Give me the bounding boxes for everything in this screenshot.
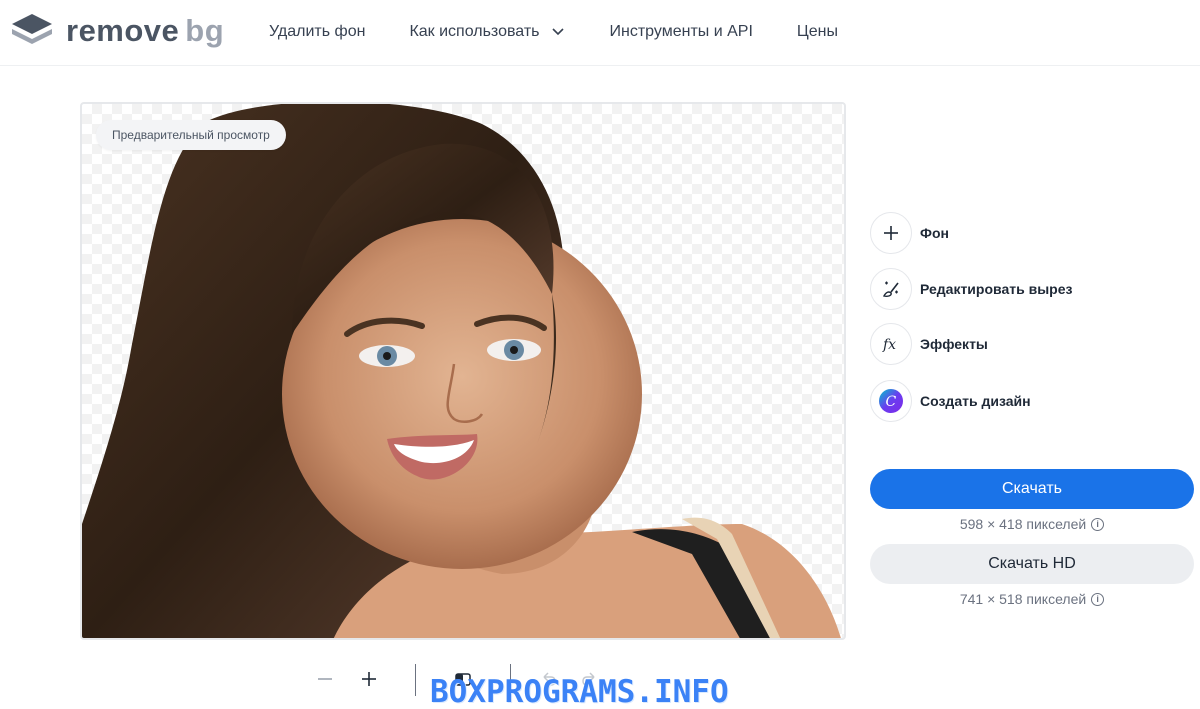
nav-label: Удалить фон (269, 23, 366, 40)
nav-label: Цены (796, 23, 838, 40)
download-button[interactable]: Скачать (870, 469, 1194, 509)
svg-text:fx: fx (882, 337, 896, 353)
nav-remove-background[interactable]: Удалить фон (269, 22, 365, 42)
subject-image (82, 104, 841, 638)
download-hd-resolution: 741 × 518 пикселей i (870, 591, 1194, 607)
tool-label: Фон (920, 225, 949, 241)
logo-text: remove bg (66, 13, 225, 48)
fx-icon: fx (870, 323, 912, 365)
toolbar-divider (415, 664, 416, 696)
info-icon[interactable]: i (1091, 517, 1105, 531)
tool-label: Эффекты (920, 336, 988, 352)
download-hd-button[interactable]: Скачать HD (870, 544, 1194, 584)
tool-edit-cutout[interactable]: Редактировать вырез (870, 268, 1072, 310)
chevron-down-icon (551, 28, 564, 36)
zoom-in-icon[interactable] (354, 664, 384, 694)
info-icon[interactable]: i (1091, 592, 1105, 606)
image-preview[interactable]: Предварительный просмотр (80, 102, 846, 640)
plus-icon (870, 212, 912, 254)
tool-create-design[interactable]: C Создать дизайн (870, 380, 1031, 422)
tool-label: Редактировать вырез (920, 281, 1073, 297)
top-header: remove bg Удалить фон Как использовать Ин… (0, 0, 1200, 66)
nav-how-to-use[interactable]: Как использовать (409, 22, 565, 42)
magic-brush-icon (870, 268, 912, 310)
preview-badge: Предварительный просмотр (96, 120, 286, 150)
tool-label: Создать дизайн (920, 393, 1031, 409)
logo[interactable]: remove bg (12, 14, 224, 48)
main-nav: Удалить фон Как использовать Инструменты… (269, 22, 882, 42)
nav-pricing[interactable]: Цены (797, 22, 838, 42)
nav-tools-api[interactable]: Инструменты и API (610, 22, 753, 42)
svg-text:C: C (886, 394, 897, 410)
download-resolution: 598 × 418 пикселей i (870, 516, 1194, 532)
nav-label: Инструменты и API (609, 23, 753, 40)
canva-icon: C (870, 380, 912, 422)
tool-effects[interactable]: fx Эффекты (870, 323, 988, 365)
resolution-text: 741 × 518 пикселей (959, 591, 1087, 607)
nav-label: Как использовать (409, 23, 540, 40)
resolution-text: 598 × 418 пикселей (959, 516, 1087, 532)
watermark-text: BOXPROGRAMS.INFO (430, 674, 729, 709)
logo-icon (12, 14, 52, 44)
tool-background[interactable]: Фон (870, 212, 949, 254)
zoom-out-icon[interactable] (310, 664, 340, 694)
